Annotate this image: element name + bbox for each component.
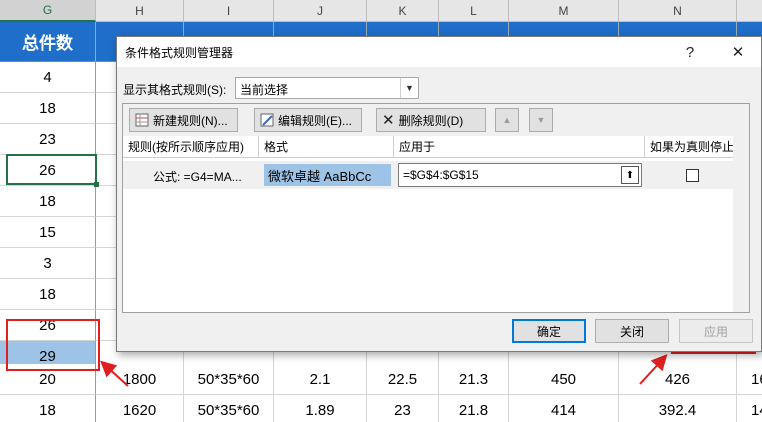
chevron-down-icon[interactable]: ▼ xyxy=(400,78,418,98)
help-button[interactable]: ? xyxy=(677,41,703,63)
rules-toolbar: 新建规则(N)... 编辑规则(E)... ✕ 删除规则(D) ▲ ▼ xyxy=(123,104,749,137)
arrow-to-apply xyxy=(639,354,668,385)
new-rule-button[interactable]: 新建规则(N)... xyxy=(129,108,238,132)
move-down-button[interactable]: ▼ xyxy=(529,108,553,132)
delete-rule-label: 删除规则(D) xyxy=(398,113,464,128)
dialog-title: 条件格式规则管理器 xyxy=(125,46,234,60)
range-picker-icon[interactable]: ⬆ xyxy=(621,166,639,184)
rule-name: 公式: =G4=MA... xyxy=(153,170,242,184)
move-up-button[interactable]: ▲ xyxy=(495,108,519,132)
stop-if-true-checkbox[interactable] xyxy=(686,169,699,182)
show-rules-label: 显示其格式规则(S): xyxy=(123,83,227,97)
new-rule-icon xyxy=(135,113,149,127)
col-applies-header[interactable]: 应用于 xyxy=(394,136,645,158)
dialog-title-bar[interactable]: 条件格式规则管理器 ? ✕ xyxy=(117,37,761,67)
rules-panel: 新建规则(N)... 编辑规则(E)... ✕ 删除规则(D) ▲ ▼ 规则(按… xyxy=(122,103,750,313)
edit-rule-button[interactable]: 编辑规则(E)... xyxy=(254,108,362,132)
close-button[interactable]: 关闭 xyxy=(595,319,669,343)
edit-rule-label: 编辑规则(E)... xyxy=(278,113,352,128)
arrow-to-cell xyxy=(100,360,129,387)
format-preview: 微软卓越 AaBbCc xyxy=(264,164,391,186)
arrow-down-icon: ▼ xyxy=(536,115,546,125)
edit-rule-icon xyxy=(260,113,274,127)
new-rule-label: 新建规则(N)... xyxy=(153,113,228,128)
col-format-header[interactable]: 格式 xyxy=(259,136,394,158)
conditional-formatting-rules-manager-dialog: 条件格式规则管理器 ? ✕ 显示其格式规则(S): 当前选择 ▼ 新建规则(N)… xyxy=(116,36,762,352)
col-rule-header[interactable]: 规则(按所示顺序应用) xyxy=(123,136,259,158)
vertical-scrollbar[interactable] xyxy=(733,136,749,312)
delete-rule-button[interactable]: ✕ 删除规则(D) xyxy=(376,108,486,132)
delete-icon: ✕ xyxy=(382,112,395,129)
show-rules-dropdown[interactable]: 当前选择 ▼ xyxy=(235,77,419,99)
col-stop-header[interactable]: 如果为真则停止 xyxy=(645,136,735,158)
close-icon[interactable]: ✕ xyxy=(725,41,751,63)
ok-button[interactable]: 确定 xyxy=(512,319,586,343)
applies-to-field[interactable]: =$G$4:$G$15 ⬆ xyxy=(398,163,642,187)
arrow-up-icon: ▲ xyxy=(502,115,512,125)
apply-button[interactable]: 应用 xyxy=(679,319,753,343)
show-rules-value: 当前选择 xyxy=(240,83,289,97)
applies-to-value: =$G$4:$G$15 xyxy=(403,168,479,182)
